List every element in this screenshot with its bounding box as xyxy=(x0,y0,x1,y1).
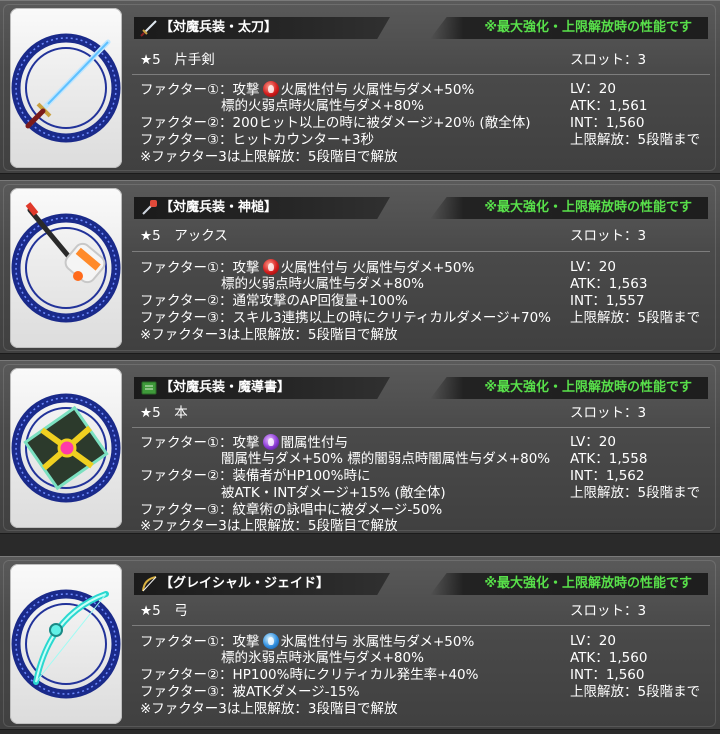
factor-line-4: ファクター③：被ATKダメージ-15% xyxy=(140,684,360,700)
factor-effect: 火属性付与 火属性与ダメ+50% xyxy=(280,260,475,276)
bow-type-icon xyxy=(142,576,157,592)
fire-element-icon xyxy=(262,81,279,97)
performance-note: ※最大強化・上限解放時の性能です xyxy=(484,200,692,215)
performance-note-banner: ※最大強化・上限解放時の性能です xyxy=(430,573,708,595)
performance-note: ※最大強化・上限解放時の性能です xyxy=(484,20,692,35)
factor-line-1: ファクター①：攻撃 氷属性付与 氷属性与ダメ+50% xyxy=(140,633,474,651)
factor-label: ファクター①：攻撃 xyxy=(140,260,260,276)
dark-element-icon xyxy=(262,434,279,450)
ice-element-icon xyxy=(262,633,279,649)
factor-label: ファクター①：攻撃 xyxy=(140,82,260,98)
weapon-name: 【グレイシャル・ジェイド】 xyxy=(160,576,330,591)
weapon-card-book: 【対魔兵装・魔導書】 ※最大強化・上限解放時の性能です ★5 本 スロット：3 … xyxy=(0,360,720,534)
factor-line-5: ファクター③：紋章術の詠唱中に被ダメージ-50% xyxy=(140,502,443,518)
factor-line-3: ファクター②：200ヒット以上の時に被ダメージ+20％ (敵全体) xyxy=(140,115,531,131)
factor-label: ファクター①：攻撃 xyxy=(140,634,260,650)
divider xyxy=(132,251,710,252)
slot-count: スロット：3 xyxy=(570,405,647,421)
divider xyxy=(132,74,710,75)
factor-note: ※ファクター3は上限解放：5段階目で解放 xyxy=(140,518,398,534)
stat-int: INT：1,560 xyxy=(570,115,645,131)
weapon-name-banner: 【グレイシャル・ジェイド】 xyxy=(134,573,390,595)
bow-icon xyxy=(11,589,121,699)
factor-label: ファクター①：攻撃 xyxy=(140,435,260,451)
book-type-icon xyxy=(141,381,157,395)
stat-limit-break: 上限解放：5段階まで xyxy=(570,485,701,501)
stat-atk: ATK：1,558 xyxy=(570,451,648,467)
performance-note: ※最大強化・上限解放時の性能です xyxy=(484,576,692,591)
stat-limit-break: 上限解放：5段階まで xyxy=(570,132,701,148)
weapon-thumbnail xyxy=(10,188,122,348)
slot-count: スロット：3 xyxy=(570,228,647,244)
slot-count: スロット：3 xyxy=(570,52,647,68)
weapon-thumbnail xyxy=(10,564,122,724)
stat-limit-break: 上限解放：5段階まで xyxy=(570,684,701,700)
slot-count: スロット：3 xyxy=(570,603,647,619)
factor-line-4: 被ATK・INTダメージ+15% (敵全体) xyxy=(140,485,446,501)
weapon-name-banner: 【対魔兵装・神槌】 xyxy=(134,197,390,219)
weapon-name-banner: 【対魔兵装・太刀】 xyxy=(134,17,390,39)
factor-line-2: 標的火弱点時火属性与ダメ+80% xyxy=(140,98,424,114)
divider xyxy=(132,625,710,626)
factor-line-1: ファクター①：攻撃 火属性付与 火属性与ダメ+50% xyxy=(140,259,474,277)
stat-int: INT：1,562 xyxy=(570,468,645,484)
weapon-name: 【対魔兵装・魔導書】 xyxy=(160,380,291,395)
factor-effect: 火属性付与 火属性与ダメ+50% xyxy=(280,82,475,98)
factor-line-2: 標的氷弱点時氷属性与ダメ+80% xyxy=(140,650,424,666)
divider xyxy=(132,427,710,428)
factor-line-3: ファクター②：HP100%時にクリティカル発生率+40% xyxy=(140,667,479,683)
factor-line-2: 標的火弱点時火属性与ダメ+80% xyxy=(140,276,424,292)
performance-note-banner: ※最大強化・上限解放時の性能です xyxy=(430,377,708,399)
factor-line-3: ファクター②：装備者がHP100%時に xyxy=(140,468,371,484)
performance-note: ※最大強化・上限解放時の性能です xyxy=(484,380,692,395)
factor-line-1: ファクター①：攻撃 闇属性付与 xyxy=(140,434,348,452)
sword-type-icon xyxy=(140,20,157,37)
weapon-card-bow: 【グレイシャル・ジェイド】 ※最大強化・上限解放時の性能です ★5 弓 スロット… xyxy=(0,556,720,730)
rarity-type: ★5 片手剣 xyxy=(140,52,215,68)
stat-level: LV：20 xyxy=(570,633,616,649)
rarity-type: ★5 アックス xyxy=(140,228,228,244)
weapon-card-axe: 【対魔兵装・神槌】 ※最大強化・上限解放時の性能です ★5 アックス スロット：… xyxy=(0,180,720,354)
weapon-name: 【対魔兵装・太刀】 xyxy=(160,20,278,35)
stat-level: LV：20 xyxy=(570,259,616,275)
stat-level: LV：20 xyxy=(570,434,616,450)
factor-line-2: 闇属性与ダメ+50% 標的闇弱点時闇属性与ダメ+80% xyxy=(140,451,551,467)
factor-note: ※ファクター3は上限解放：5段階目で解放 xyxy=(140,327,398,343)
rarity-type: ★5 弓 xyxy=(140,603,188,619)
stat-int: INT：1,557 xyxy=(570,293,645,309)
weapon-name-banner: 【対魔兵装・魔導書】 xyxy=(134,377,390,399)
factor-line-4: ファクター③：スキル3連携以上の時にクリティカルダメージ+70% xyxy=(140,310,551,326)
weapon-thumbnail xyxy=(10,368,122,528)
stat-atk: ATK：1,563 xyxy=(570,276,648,292)
factor-note: ※ファクター3は上限解放：3段階目で解放 xyxy=(140,701,398,717)
factor-line-3: ファクター②：通常攻撃のAP回復量+100% xyxy=(140,293,408,309)
factor-note: ※ファクター3は上限解放：5段階目で解放 xyxy=(140,149,398,165)
stat-limit-break: 上限解放：5段階まで xyxy=(570,310,701,326)
rarity-type: ★5 本 xyxy=(140,405,188,421)
factor-line-1: ファクター①：攻撃 火属性付与 火属性与ダメ+50% xyxy=(140,81,474,99)
performance-note-banner: ※最大強化・上限解放時の性能です xyxy=(430,197,708,219)
stat-level: LV：20 xyxy=(570,81,616,97)
performance-note-banner: ※最大強化・上限解放時の性能です xyxy=(430,17,708,39)
factor-effect: 闇属性付与 xyxy=(280,435,349,451)
weapon-thumbnail xyxy=(10,8,122,168)
stat-atk: ATK：1,560 xyxy=(570,650,648,666)
factor-effect: 氷属性付与 氷属性与ダメ+50% xyxy=(280,634,475,650)
weapon-name: 【対魔兵装・神槌】 xyxy=(160,200,278,215)
hammer-type-icon xyxy=(142,200,157,215)
weapon-card-katana: 【対魔兵装・太刀】 ※最大強化・上限解放時の性能です ★5 片手剣 スロット：3… xyxy=(0,0,720,174)
book-icon xyxy=(11,393,121,503)
fire-element-icon xyxy=(262,259,279,275)
katana-icon xyxy=(11,33,121,143)
stat-atk: ATK：1,561 xyxy=(570,98,648,114)
stat-int: INT：1,560 xyxy=(570,667,645,683)
axe-icon xyxy=(11,202,121,323)
factor-line-4: ファクター③：ヒットカウンター+3秒 xyxy=(140,132,374,148)
